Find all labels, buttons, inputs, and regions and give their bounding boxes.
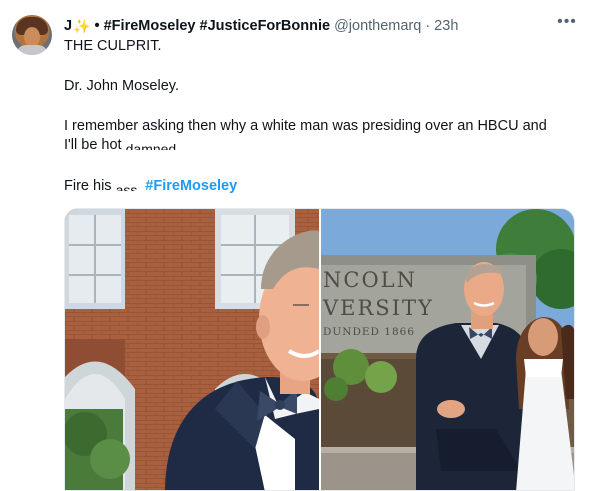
- avatar[interactable]: [12, 15, 52, 55]
- photo-right[interactable]: NCOLN VERSITY DUNDED 1866: [321, 209, 574, 490]
- photo-right-image: NCOLN VERSITY DUNDED 1866: [321, 209, 574, 490]
- photo-left-image: [65, 209, 319, 490]
- sign-line-3: DUNDED 1866: [323, 326, 415, 338]
- obscured-word: ass.: [116, 184, 142, 191]
- photo-left[interactable]: [65, 209, 319, 490]
- tweet-text-line-1: THE CULPRIT.: [64, 38, 162, 54]
- obscured-word: damned.: [126, 143, 180, 150]
- tweet-text-line-4: I'll be hot damned.: [64, 136, 180, 155]
- sign-line-2: VERSITY: [322, 296, 434, 320]
- tweet-card[interactable]: J ✨ • #FireMoseley #JusticeForBonnie @jo…: [0, 0, 595, 491]
- display-name[interactable]: J: [64, 18, 72, 34]
- timestamp[interactable]: · 23h: [425, 18, 458, 34]
- sparkle-emoji: ✨: [73, 17, 91, 34]
- display-name-hashtags[interactable]: • #FireMoseley #JusticeForBonnie: [95, 18, 331, 34]
- avatar-face: [24, 27, 40, 47]
- tweet-media[interactable]: NCOLN VERSITY DUNDED 1866: [64, 208, 575, 491]
- tweet-text-line-2: Dr. John Moseley.: [64, 78, 179, 94]
- hashtag-link[interactable]: #FireMoseley: [145, 178, 237, 194]
- more-horizontal-icon[interactable]: •••: [556, 14, 578, 34]
- tweet-header: J ✨ • #FireMoseley #JusticeForBonnie @jo…: [64, 16, 458, 36]
- user-handle[interactable]: @jonthemarq: [334, 18, 421, 34]
- tweet-text-line-5: Fire his ass. #FireMoseley: [64, 177, 237, 196]
- tweet-text-fragment: Fire his: [64, 178, 116, 194]
- sign-line-1: NCOLN: [323, 268, 417, 292]
- avatar-shirt: [16, 45, 48, 55]
- tweet-text-line-3: I remember asking then why a white man w…: [64, 118, 547, 134]
- tweet-text-fragment: I'll be hot: [64, 137, 126, 153]
